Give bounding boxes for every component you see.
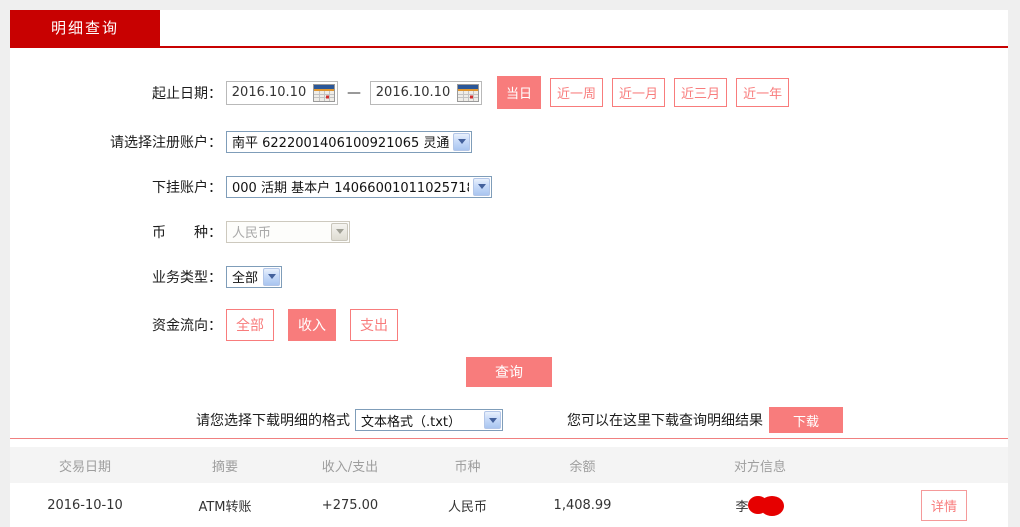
download-row: 请您选择下载明细的格式 文本格式（.txt） 您可以在这里下载查询明细结果 下载 bbox=[10, 407, 1008, 433]
header-actions bbox=[880, 447, 1008, 483]
sub-account-row: 下挂账户： 000 活期 基本户 1406600101102571848 bbox=[10, 174, 1008, 199]
fund-flow-income-button[interactable]: 收入 bbox=[288, 309, 336, 341]
dropdown-arrow-icon bbox=[331, 223, 348, 241]
cell-counterparty: 李 bbox=[640, 483, 880, 527]
quick-range-week-button[interactable]: 近一周 bbox=[550, 78, 603, 107]
currency-value: 人民币 bbox=[232, 222, 327, 241]
download-button[interactable]: 下载 bbox=[769, 407, 843, 433]
date-range-row: 起止日期： 2016.10.10 bbox=[10, 76, 1008, 109]
start-date-calendar-button[interactable] bbox=[313, 84, 335, 102]
header-balance: 余额 bbox=[525, 447, 640, 483]
calendar-icon bbox=[458, 85, 478, 101]
cell-balance: 1,408.99 bbox=[525, 483, 640, 527]
date-range-separator: — bbox=[347, 85, 361, 101]
fund-flow-expense-button[interactable]: 支出 bbox=[350, 309, 398, 341]
currency-row: 币 种： 人民币 bbox=[10, 219, 1008, 244]
currency-select: 人民币 bbox=[226, 221, 350, 243]
tab-detail-query[interactable]: 明细查询 bbox=[10, 10, 160, 46]
fund-flow-all-button[interactable]: 全部 bbox=[226, 309, 274, 341]
business-type-row: 业务类型： 全部 bbox=[10, 264, 1008, 289]
start-date-input[interactable]: 2016.10.10 bbox=[226, 81, 338, 105]
table-top-divider bbox=[10, 438, 1008, 439]
calendar-icon bbox=[314, 85, 334, 101]
header-income-expense: 收入/支出 bbox=[290, 447, 410, 483]
download-format-value: 文本格式（.txt） bbox=[361, 411, 480, 430]
sub-account-select[interactable]: 000 活期 基本户 1406600101102571848 bbox=[226, 176, 492, 198]
registered-account-row: 请选择注册账户： 南平 6222001406100921065 灵通卡 bbox=[10, 129, 1008, 154]
quick-range-3months-button[interactable]: 近三月 bbox=[674, 78, 727, 107]
business-type-value: 全部 bbox=[232, 267, 259, 286]
sub-account-label: 下挂账户： bbox=[10, 177, 222, 197]
download-format-select[interactable]: 文本格式（.txt） bbox=[355, 409, 503, 431]
cell-currency: 人民币 bbox=[410, 483, 525, 527]
download-format-label: 请您选择下载明细的格式 bbox=[196, 410, 350, 430]
download-hint-text: 您可以在这里下载查询明细结果 bbox=[567, 410, 763, 430]
quick-range-year-button[interactable]: 近一年 bbox=[736, 78, 789, 107]
fund-flow-label: 资金流向： bbox=[10, 315, 222, 335]
results-header-row: 交易日期 摘要 收入/支出 币种 余额 对方信息 bbox=[10, 447, 1008, 483]
end-date-input[interactable]: 2016.10.10 bbox=[370, 81, 482, 105]
registered-account-label: 请选择注册账户： bbox=[10, 132, 222, 152]
query-form: 起止日期： 2016.10.10 bbox=[10, 48, 1008, 527]
header-summary: 摘要 bbox=[160, 447, 290, 483]
header-counterparty: 对方信息 bbox=[640, 447, 880, 483]
currency-label: 币 种： bbox=[10, 222, 222, 242]
query-button-row: 查询 bbox=[10, 357, 1008, 387]
sub-account-value: 000 活期 基本户 1406600101102571848 bbox=[232, 177, 469, 196]
header-currency: 币种 bbox=[410, 447, 525, 483]
registered-account-value: 南平 6222001406100921065 灵通卡 bbox=[232, 132, 449, 151]
results-table: 交易日期 摘要 收入/支出 币种 余额 对方信息 2016-10-10 ATM转… bbox=[10, 447, 1008, 527]
cell-trade-date: 2016-10-10 bbox=[10, 483, 160, 527]
end-date-calendar-button[interactable] bbox=[457, 84, 479, 102]
quick-range-month-button[interactable]: 近一月 bbox=[612, 78, 665, 107]
end-date-value: 2016.10.10 bbox=[371, 82, 455, 104]
cell-actions: 详情 bbox=[880, 483, 1008, 527]
date-range-label: 起止日期： bbox=[10, 83, 222, 103]
header-trade-date: 交易日期 bbox=[10, 447, 160, 483]
fund-flow-row: 资金流向： 全部 收入 支出 bbox=[10, 309, 1008, 341]
dropdown-arrow-icon bbox=[453, 133, 470, 151]
cell-summary: ATM转账 bbox=[160, 483, 290, 527]
quick-range-today-button[interactable]: 当日 bbox=[497, 76, 541, 109]
dropdown-arrow-icon bbox=[263, 268, 280, 286]
dropdown-arrow-icon bbox=[473, 178, 490, 196]
detail-button[interactable]: 详情 bbox=[921, 490, 967, 521]
business-type-label: 业务类型： bbox=[10, 267, 222, 287]
registered-account-select[interactable]: 南平 6222001406100921065 灵通卡 bbox=[226, 131, 472, 153]
cell-amount: +275.00 bbox=[290, 483, 410, 527]
dropdown-arrow-icon bbox=[484, 411, 501, 429]
business-type-select[interactable]: 全部 bbox=[226, 266, 282, 288]
redaction-scribble-icon bbox=[747, 493, 785, 517]
query-button[interactable]: 查询 bbox=[466, 357, 552, 387]
table-row: 2016-10-10 ATM转账 +275.00 人民币 1,408.99 李 bbox=[10, 483, 1008, 527]
start-date-value: 2016.10.10 bbox=[227, 82, 311, 104]
content-panel: 明细查询 起止日期： 2016.10.10 bbox=[10, 10, 1008, 513]
